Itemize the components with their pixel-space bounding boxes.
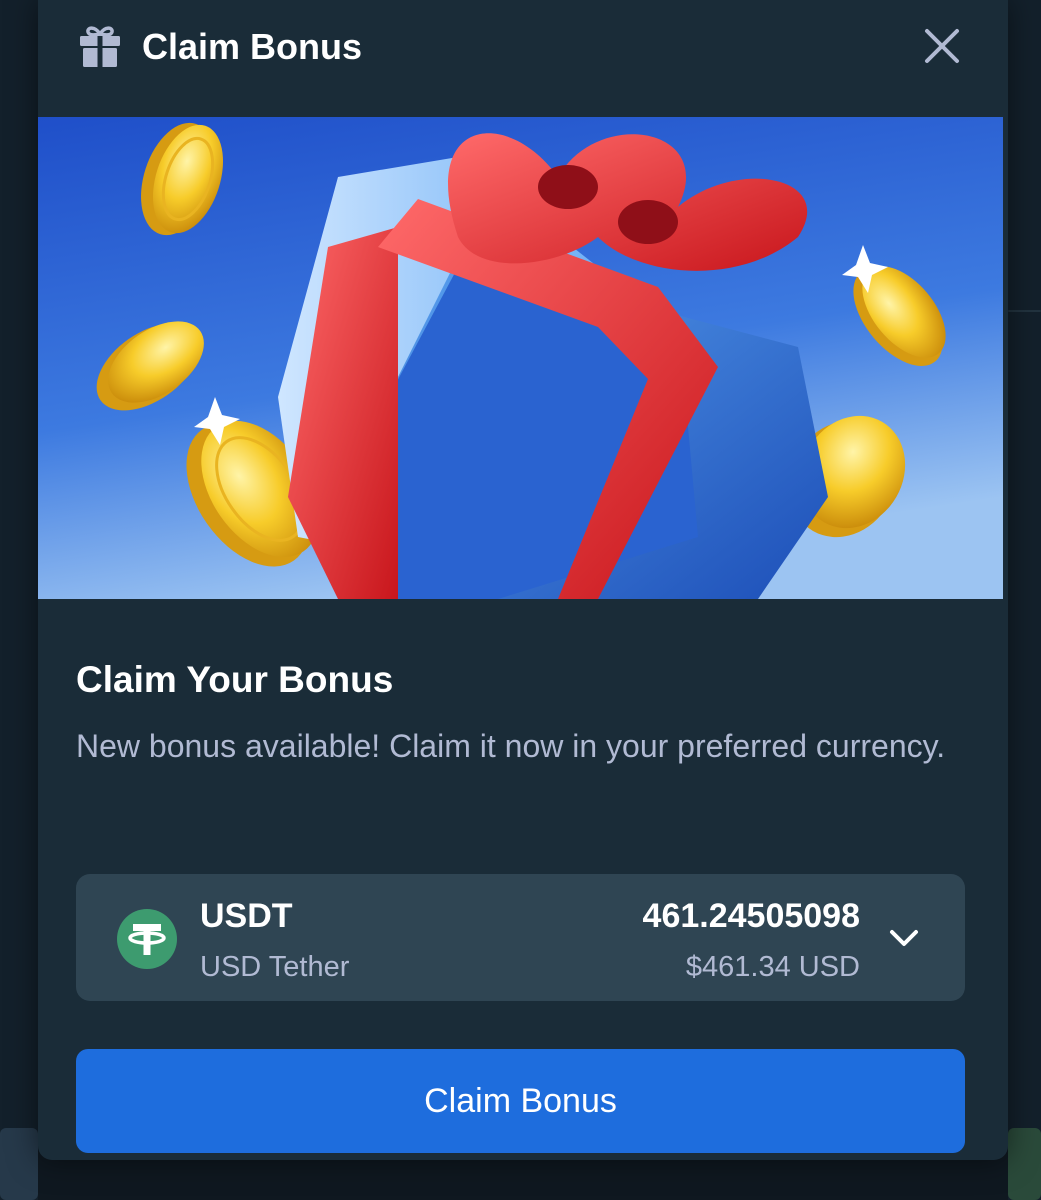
modal-title: Claim Bonus — [142, 26, 363, 67]
background-page-left — [0, 0, 38, 1200]
currency-usd-value: $461.34 USD — [685, 951, 860, 983]
currency-name: USD Tether — [200, 951, 350, 983]
bonus-description: New bonus available! Claim it now in you… — [76, 728, 946, 764]
claim-bonus-button[interactable]: Claim Bonus — [76, 1049, 965, 1153]
currency-amount: 461.24505098 — [642, 897, 860, 935]
background-card — [1008, 1128, 1041, 1200]
claim-bonus-modal: Claim Bonus Claim Your Bonus New bonus a… — [38, 0, 1008, 1160]
modal-header: Claim Bonus — [38, 0, 1008, 94]
gift-icon — [78, 24, 122, 68]
currency-dropdown[interactable]: USDT USD Tether 461.24505098 $461.34 USD — [76, 874, 965, 1001]
chevron-down-icon[interactable] — [888, 924, 920, 952]
background-card — [1008, 310, 1041, 312]
gift-box-graphic — [278, 133, 828, 599]
background-card — [0, 1128, 38, 1200]
tether-icon — [117, 909, 177, 969]
currency-code: USDT — [200, 897, 293, 935]
bonus-banner-image — [38, 117, 1003, 599]
close-icon[interactable] — [922, 26, 962, 66]
claim-bonus-label: Claim Bonus — [424, 1082, 617, 1120]
bonus-heading: Claim Your Bonus — [76, 659, 394, 700]
background-page-right — [1008, 0, 1041, 1200]
